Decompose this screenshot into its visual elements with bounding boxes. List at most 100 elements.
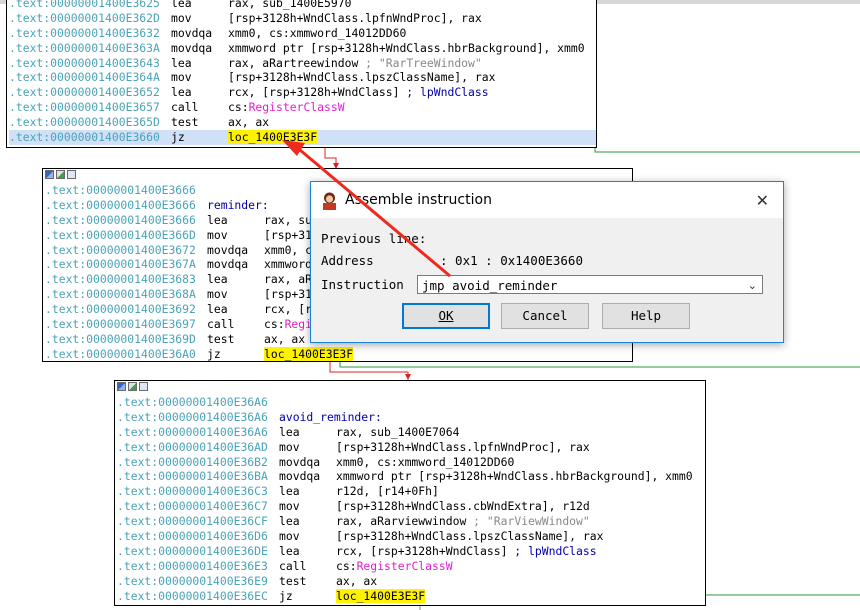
code-line[interactable]: .text:00000001400E36DE lea rcx, [rsp+3128h… (117, 544, 705, 559)
line-operands: [rsp+3128h+WndClass.lpszClassName], rax (336, 529, 603, 544)
line-operands: avoid_reminder: (279, 410, 382, 425)
operand-text: rax, aRartreewindow (228, 55, 359, 70)
line-mnemonic: lea (171, 55, 192, 70)
code-line[interactable]: .text:00000001400E365D test ax, ax (9, 115, 596, 130)
line-operands: xmm0, cs:xmmword_14012DD60 (336, 455, 514, 470)
jump-target-label[interactable]: loc_1400E3E3F (336, 588, 426, 603)
code-line[interactable]: .text:00000001400E36C3 lea r12d, [r14+0Fh] (117, 484, 705, 499)
line-mnemonic: movdqa (207, 242, 249, 257)
line-address: .text:00000001400E3683 (45, 272, 196, 287)
jump-target-label[interactable]: loc_1400E3E3F (228, 130, 318, 145)
list-icon[interactable] (139, 382, 148, 391)
operand-text: [rsp+3128h+WndClass.lpszClassName], rax (336, 529, 604, 544)
line-address: .text:00000001400E36CF (117, 514, 268, 529)
graph-icon[interactable] (117, 382, 126, 391)
code-line[interactable]: .text:00000001400E36EC jz loc_1400E3E3F (117, 588, 705, 604)
code-label: ; lpWndClass (507, 543, 597, 558)
line-comment: ; "RarViewWindow" (466, 514, 590, 529)
instruction-label: Instruction (321, 277, 404, 292)
ok-button[interactable]: OK (402, 303, 490, 329)
dialog-title: Assemble instruction (345, 192, 492, 208)
code-line[interactable]: .text:00000001400E36BA movdqa xmmword ptr … (117, 469, 705, 484)
line-operands: xmm0, cs:xmmword_14012DD60 (228, 26, 406, 41)
code-line[interactable]: .text:00000001400E3652 lea rcx, [rsp+3128h… (9, 85, 596, 100)
code-block-1-lines: .text:00000001400E3625 lea rax, sub_1400E5… (7, 0, 596, 145)
ida-app-icon (323, 192, 336, 210)
chart-icon[interactable] (56, 170, 65, 179)
line-address: .text:00000001400E36C7 (117, 499, 268, 514)
line-address: .text:00000001400E364A (9, 70, 160, 85)
cancel-button[interactable]: Cancel (501, 303, 589, 329)
jump-target-label[interactable]: loc_1400E3E3F (264, 346, 354, 361)
operand-text: [rsp+3128h+WndClass.cbWndExtra], r12d (336, 499, 590, 514)
line-address: .text:00000001400E36E3 (117, 558, 268, 573)
code-line[interactable]: .text:00000001400E364A mov [rsp+3128h+WndC… (9, 70, 596, 85)
code-line[interactable]: .text:00000001400E3657 call cs:RegisterCla… (9, 100, 596, 115)
code-line[interactable]: .text:00000001400E36AD mov [rsp+3128h+WndC… (117, 440, 705, 455)
code-block-1[interactable]: .text:00000001400E3625 lea rax, sub_1400E5… (6, 0, 597, 148)
code-line[interactable]: .text:00000001400E36A0 jz loc_1400E3E3F (45, 346, 632, 361)
code-line[interactable]: .text:00000001400E3625 lea rax, sub_1400E5… (9, 0, 596, 11)
line-address: .text:00000001400E3666 (45, 183, 196, 197)
code-line[interactable]: .text:00000001400E3632 movdqa xmm0, cs:xmm… (9, 26, 596, 41)
operand-text: [rsp+3128h+WndClass.lpfnWndProc], rax (228, 10, 482, 25)
graph-icon[interactable] (45, 170, 54, 179)
code-line[interactable]: .text:00000001400E36CF lea rax, aRarviewwi… (117, 514, 705, 529)
code-line[interactable]: .text:00000001400E36D6 mov [rsp+3128h+WndC… (117, 529, 705, 544)
code-line[interactable]: .text:00000001400E36A6 (117, 395, 705, 410)
block-3-header (115, 381, 705, 395)
line-address: .text:00000001400E3692 (45, 302, 196, 317)
line-mnemonic: call (207, 317, 235, 332)
line-address: .text:00000001400E3643 (9, 55, 160, 70)
line-mnemonic: movdqa (279, 469, 321, 484)
line-mnemonic: mov (279, 499, 300, 514)
list-icon[interactable] (67, 170, 76, 179)
instruction-input[interactable]: jmp avoid_reminder (422, 278, 557, 293)
code-line[interactable]: .text:00000001400E3643 lea rax, aRartreewi… (9, 56, 596, 71)
line-operands: rax, aRartreewindow ; "RarTreeWindow" (228, 56, 482, 71)
line-mnemonic: movdqa (207, 257, 249, 272)
code-line[interactable]: .text:00000001400E36A6 lea rax, sub_1400E7… (117, 425, 705, 440)
code-block-3[interactable]: .text:00000001400E36A6 .text:00000001400E… (114, 380, 706, 606)
dialog-titlebar[interactable]: Assemble instruction ✕ (311, 182, 783, 218)
line-mnemonic: lea (279, 514, 300, 529)
close-icon[interactable]: ✕ (756, 191, 769, 210)
line-address: .text:00000001400E3632 (9, 25, 160, 40)
chart-icon[interactable] (128, 382, 137, 391)
code-line[interactable]: .text:00000001400E36B2 movdqa xmm0, cs:xmm… (117, 455, 705, 470)
address-value: : 0x1 : 0x1400E3660 (440, 253, 583, 268)
line-mnemonic: call (171, 100, 199, 115)
code-label: ; lpWndClass (399, 85, 489, 100)
code-line[interactable]: .text:00000001400E363A movdqa xmmword ptr … (9, 41, 596, 56)
line-mnemonic: mov (171, 10, 192, 25)
line-address: .text:00000001400E36D6 (117, 529, 268, 544)
line-mnemonic: lea (171, 0, 192, 10)
line-mnemonic: call (279, 558, 307, 573)
edge-block2-to-block3 (329, 360, 409, 380)
line-operands: xmmword ptr [rsp+3128h+WndClass.hbrBackg… (228, 41, 585, 56)
code-line[interactable]: .text:00000001400E3660 jz loc_1400E3E3F (9, 130, 596, 145)
line-operands: reminder: (207, 198, 269, 213)
line-mnemonic: lea (207, 272, 228, 287)
code-line[interactable]: .text:00000001400E36A6 avoid_reminder: (117, 410, 705, 425)
operand-text: ax, ax (264, 331, 306, 346)
operand-text: rcx, [rsp+3128h+WndClass] (228, 85, 400, 100)
line-mnemonic: mov (207, 287, 228, 302)
code-line[interactable]: .text:00000001400E36C7 mov [rsp+3128h+WndC… (117, 499, 705, 514)
line-address: .text:00000001400E368A (45, 287, 196, 302)
line-mnemonic: mov (207, 227, 228, 242)
line-operands: xmmword ptr [rsp+3128h+WndClass.hbrBackg… (336, 469, 693, 484)
import-name: RegisterClassW (248, 100, 345, 115)
chevron-down-icon[interactable]: ⌄ (748, 276, 757, 295)
code-line[interactable]: .text:00000001400E362D mov [rsp+3128h+WndC… (9, 11, 596, 26)
help-button[interactable]: Help (602, 303, 690, 329)
code-line[interactable]: .text:00000001400E36E3 call cs:RegisterCla… (117, 559, 705, 574)
instruction-combobox[interactable]: jmp avoid_reminder ⌄ (417, 275, 763, 294)
line-operands: ax, ax (228, 115, 269, 130)
line-mnemonic: jz (171, 130, 185, 145)
code-line[interactable]: .text:00000001400E36E9 test ax, ax (117, 574, 705, 589)
operand-text: xmm0, cs:xmmword_14012DD60 (228, 25, 407, 40)
line-address: .text:00000001400E363A (9, 40, 160, 55)
line-mnemonic: lea (207, 212, 228, 227)
line-address: .text:00000001400E369D (45, 331, 196, 346)
